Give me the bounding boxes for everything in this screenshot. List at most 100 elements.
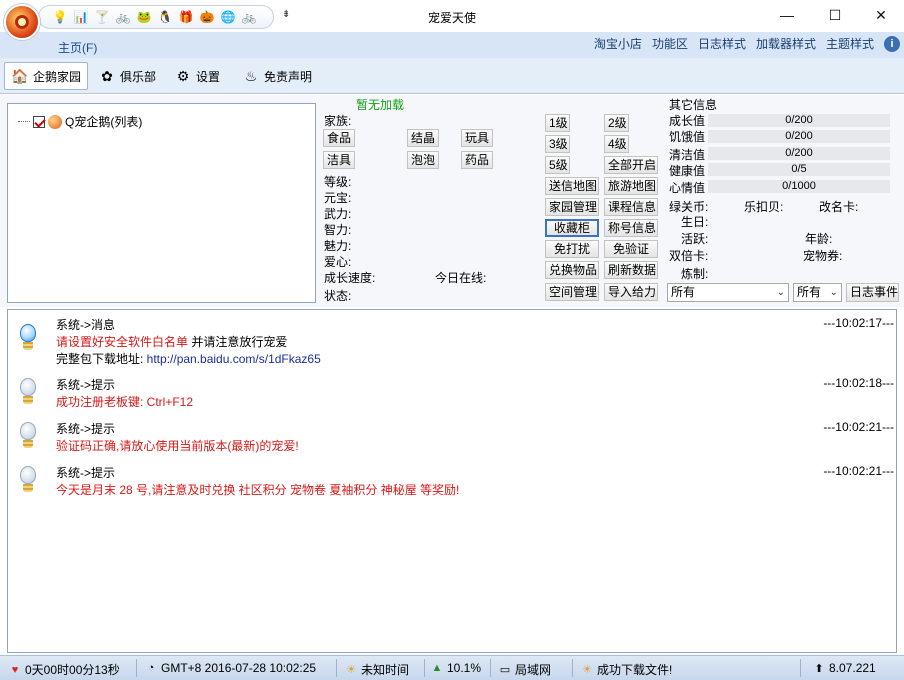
birthday-label: 生日: [681,215,709,229]
double-card-label: 双倍卡: [669,249,709,263]
download-status: ☀ 成功下载文件! [580,661,672,678]
level-3-button[interactable]: 3级 [545,135,570,153]
tree-node-penguin[interactable]: Q宠企鹅(列表) [18,113,142,130]
log-events-button[interactable]: 日志事件 [846,283,899,302]
runtime-status: ♥ 0天00时00分13秒 [8,661,120,678]
collection-button[interactable]: 收藏柜 [545,219,599,237]
percent-text: 10.1% [447,661,482,675]
menu-loader-style[interactable]: 加载器样式 [756,35,816,52]
maximize-button[interactable]: ☐ [812,0,858,30]
bulb-icon [18,422,38,452]
status-bar: ♥ 0天00时00分13秒 ◔ GMT+8 2016-07-28 10:02:2… [0,655,904,680]
title-info-button[interactable]: 称号信息 [604,219,658,237]
version-text: 8.07.221 [829,661,876,675]
runtime-text: 0天00时00分13秒 [25,663,120,677]
menu-features[interactable]: 功能区 [652,35,688,52]
menu-log-style[interactable]: 日志样式 [698,35,746,52]
course-info-button[interactable]: 课程信息 [604,198,658,216]
growth-bar: 0/200 [708,114,890,127]
level-4-button[interactable]: 4级 [604,135,629,153]
exchange-items-button[interactable]: 兑换物品 [545,261,599,279]
monitor-icon: ▭ [499,664,511,676]
tab-disclaimer[interactable]: ♨ 免责声明 [236,62,318,90]
level-label: 等级: [324,175,352,189]
network-status: ▭ 局域网 [498,661,551,678]
log-title: 系统->提示 [56,466,116,480]
import-boost-button[interactable]: 导入给力 [604,283,658,301]
tab-club[interactable]: ✿ 俱乐部 [92,62,162,90]
age-label: 年龄: [805,232,833,246]
log-type-value: 所有 [797,285,822,299]
refine-label: 炼制: [681,267,709,281]
info-icon[interactable]: i [884,35,900,52]
log-line: 请设置好安全软件白名单 并请注意放行宠爱 [56,333,287,350]
home-manage-button[interactable]: 家园管理 [545,198,599,216]
log-title: 系统->消息 [56,318,116,332]
space-manage-button[interactable]: 空间管理 [545,283,599,301]
chart-icon: ▲ [431,662,443,674]
log-line: 完整包下载地址: http://pan.baidu.com/s/1dFkaz65 [56,350,321,367]
close-button[interactable]: ✕ [858,0,904,30]
percent-status: ▲ 10.1% [430,661,481,675]
do-not-disturb-button[interactable]: 免打扰 [545,240,599,258]
pet-tree[interactable]: Q宠企鹅(列表) [7,103,316,303]
disclaimer-icon: ♨ [244,67,258,84]
app-logo-icon[interactable] [4,4,40,40]
yuanbao-label: 元宝: [324,191,352,205]
tab-label: 企鹅家园 [33,69,82,84]
tab-settings[interactable]: ⚙ 设置 [168,62,226,90]
log-title: 系统->提示 [56,422,116,436]
charm-label: 魅力: [324,239,352,253]
download-status-text: 成功下载文件! [597,663,673,677]
cleaning-button[interactable]: 洁具 [323,151,356,169]
lekou-shell-label: 乐扣贝: [744,200,784,214]
menu-taobao-shop[interactable]: 淘宝小店 [594,35,642,52]
menu-theme-style[interactable]: 主题样式 [826,35,874,52]
time-status: ☀ 未知时间 [344,661,409,678]
crystal-button[interactable]: 结晶 [407,129,440,147]
tree-node-label: Q宠企鹅(列表) [65,115,143,129]
network-text: 局域网 [515,663,552,677]
rename-card-label: 改名卡: [819,200,859,214]
tab-penguin-home[interactable]: 🏠 企鹅家园 [4,62,89,90]
tree-checkbox[interactable] [33,115,45,128]
level-1-button[interactable]: 1级 [545,114,570,132]
medicine-button[interactable]: 药品 [461,151,494,169]
toy-button[interactable]: 玩具 [461,129,494,147]
level-2-button[interactable]: 2级 [604,114,629,132]
menu-home[interactable]: 主页(F) [58,39,97,56]
bubble-button[interactable]: 泡泡 [407,151,440,169]
clock-text: GMT+8 2016-07-28 10:02:25 [161,661,317,675]
mood-label: 心情值 [669,181,706,195]
gear-icon: ⚙ [176,67,190,84]
clock-icon: ◔ [147,662,155,674]
log-time: ---10:02:18--- [823,376,894,390]
tab-label: 免责声明 [264,69,313,84]
growth-label: 成长值 [669,114,706,128]
heart-icon: ♥ [11,663,19,676]
bulb-icon [18,324,38,354]
clock-status: ◔ GMT+8 2016-07-28 10:02:25 [144,661,316,675]
today-online-label: 今日在线: [435,271,487,285]
refresh-data-button[interactable]: 刷新数据 [604,261,658,279]
level-5-button[interactable]: 5级 [545,156,570,174]
open-all-button[interactable]: 全部开启 [604,156,658,174]
log-type-select[interactable]: 所有 ⌄ [793,283,842,302]
version-status: ⬆ 8.07.221 [812,661,876,675]
unknown-time-text: 未知时间 [361,663,410,677]
download-link[interactable]: http://pan.baidu.com/s/1dFkaz65 [147,352,321,366]
mail-map-button[interactable]: 送信地图 [545,177,599,195]
food-button[interactable]: 食品 [323,129,356,147]
log-title: 系统->提示 [56,378,116,392]
tab-bar: 🏠 企鹅家园 ✿ 俱乐部 ⚙ 设置 ♨ 免责声明 [0,58,904,94]
health-label: 健康值 [669,164,706,178]
minimize-button[interactable]: — [764,0,810,30]
no-verify-button[interactable]: 免验证 [604,240,658,258]
message-log[interactable]: 系统->消息 ---10:02:17--- 请设置好安全软件白名单 并请注意放行… [7,309,897,653]
tab-label: 设置 [196,69,221,84]
sun-icon: ☀ [582,664,592,676]
menu-right-group: 淘宝小店 功能区 日志样式 加载器样式 主题样式 i [594,35,900,52]
love-label: 爱心: [324,255,352,269]
log-filter-select[interactable]: 所有 ⌄ [667,283,789,302]
travel-map-button[interactable]: 旅游地图 [604,177,658,195]
